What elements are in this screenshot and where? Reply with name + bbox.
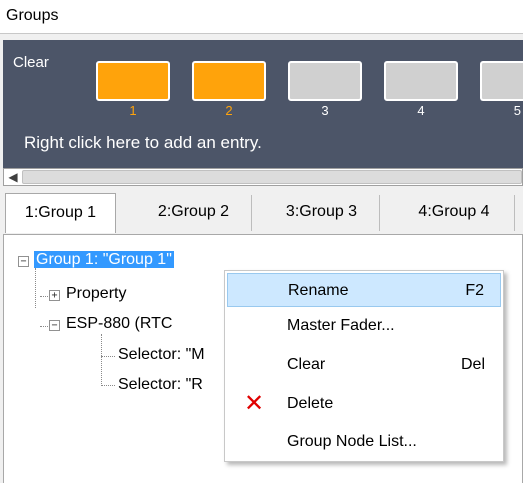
tree-line [101, 334, 102, 386]
tree-node-group-1[interactable]: Group 1: "Group 1" [34, 249, 174, 271]
group-number-2: 2 [225, 103, 233, 118]
menu-item-delete[interactable]: ✕ Delete [227, 387, 501, 421]
clear-label[interactable]: Clear [13, 54, 49, 71]
menu-item-label: Group Node List... [287, 433, 417, 450]
tab-group-2[interactable]: 2:Group 2 [136, 195, 252, 231]
horizontal-scrollbar[interactable]: ◀ [3, 168, 523, 186]
menu-item-shortcut: F2 [465, 282, 484, 299]
group-button-4[interactable] [384, 61, 458, 101]
menu-item-rename[interactable]: Rename F2 [227, 273, 501, 307]
menu-item-label: Rename [288, 282, 349, 299]
tree-node-property[interactable]: Property [66, 283, 126, 305]
expand-property-icon[interactable]: + [49, 290, 60, 301]
tab-group-1[interactable]: 1:Group 1 [5, 193, 116, 233]
tree-line [101, 356, 115, 357]
menu-item-label: Master Fader... [287, 317, 395, 334]
tree-line [40, 296, 48, 297]
group-button-2[interactable] [192, 61, 266, 101]
tree-node-selector-1[interactable]: Selector: "M [118, 344, 205, 366]
delete-x-icon: ✕ [244, 390, 265, 417]
window-title: Groups [6, 7, 59, 24]
title-bar: Groups [0, 0, 523, 34]
tree-line [35, 268, 36, 308]
menu-item-label: Clear [287, 356, 326, 373]
tree-line [40, 326, 48, 327]
add-entry-hint: Right click here to add an entry. [24, 133, 262, 152]
group-button-3[interactable] [288, 61, 362, 101]
group-button-panel[interactable]: Clear 1 2 3 4 5 Right click here to add … [3, 40, 523, 168]
tree-line [101, 385, 115, 386]
menu-item-group-node-list[interactable]: Group Node List... [227, 425, 501, 459]
menu-item-master-fader[interactable]: Master Fader... [227, 309, 501, 343]
menu-item-label: Delete [287, 395, 334, 412]
groups-window: Groups Clear 1 2 3 4 5 Right click here … [0, 0, 523, 483]
group-tabs: 1:Group 1 2:Group 2 3:Group 3 4:Group 4 [3, 193, 523, 233]
menu-item-clear[interactable]: Clear Del [227, 348, 501, 382]
scroll-left-arrow-icon[interactable]: ◀ [6, 168, 20, 186]
group-number-1: 1 [129, 103, 137, 118]
group-number-4: 4 [417, 103, 425, 118]
group-number-5: 5 [513, 103, 521, 118]
context-menu: Rename F2 Master Fader... Clear Del ✕ De… [224, 270, 504, 462]
tree-node-selector-2[interactable]: Selector: "R [118, 374, 203, 396]
tab-group-3[interactable]: 3:Group 3 [264, 195, 380, 231]
group-button-1[interactable] [96, 61, 170, 101]
collapse-device-icon[interactable]: − [49, 320, 60, 331]
tree-node-group-1-label[interactable]: Group 1: "Group 1" [34, 251, 174, 268]
menu-item-shortcut: Del [460, 356, 485, 373]
group-number-3: 3 [321, 103, 329, 118]
group-button-5[interactable] [480, 61, 523, 101]
scrollbar-thumb[interactable] [22, 170, 522, 184]
tab-group-4[interactable]: 4:Group 4 [394, 195, 515, 231]
tree-node-esp-880[interactable]: ESP-880 (RTC [66, 313, 172, 335]
collapse-root-icon[interactable]: − [18, 256, 29, 267]
